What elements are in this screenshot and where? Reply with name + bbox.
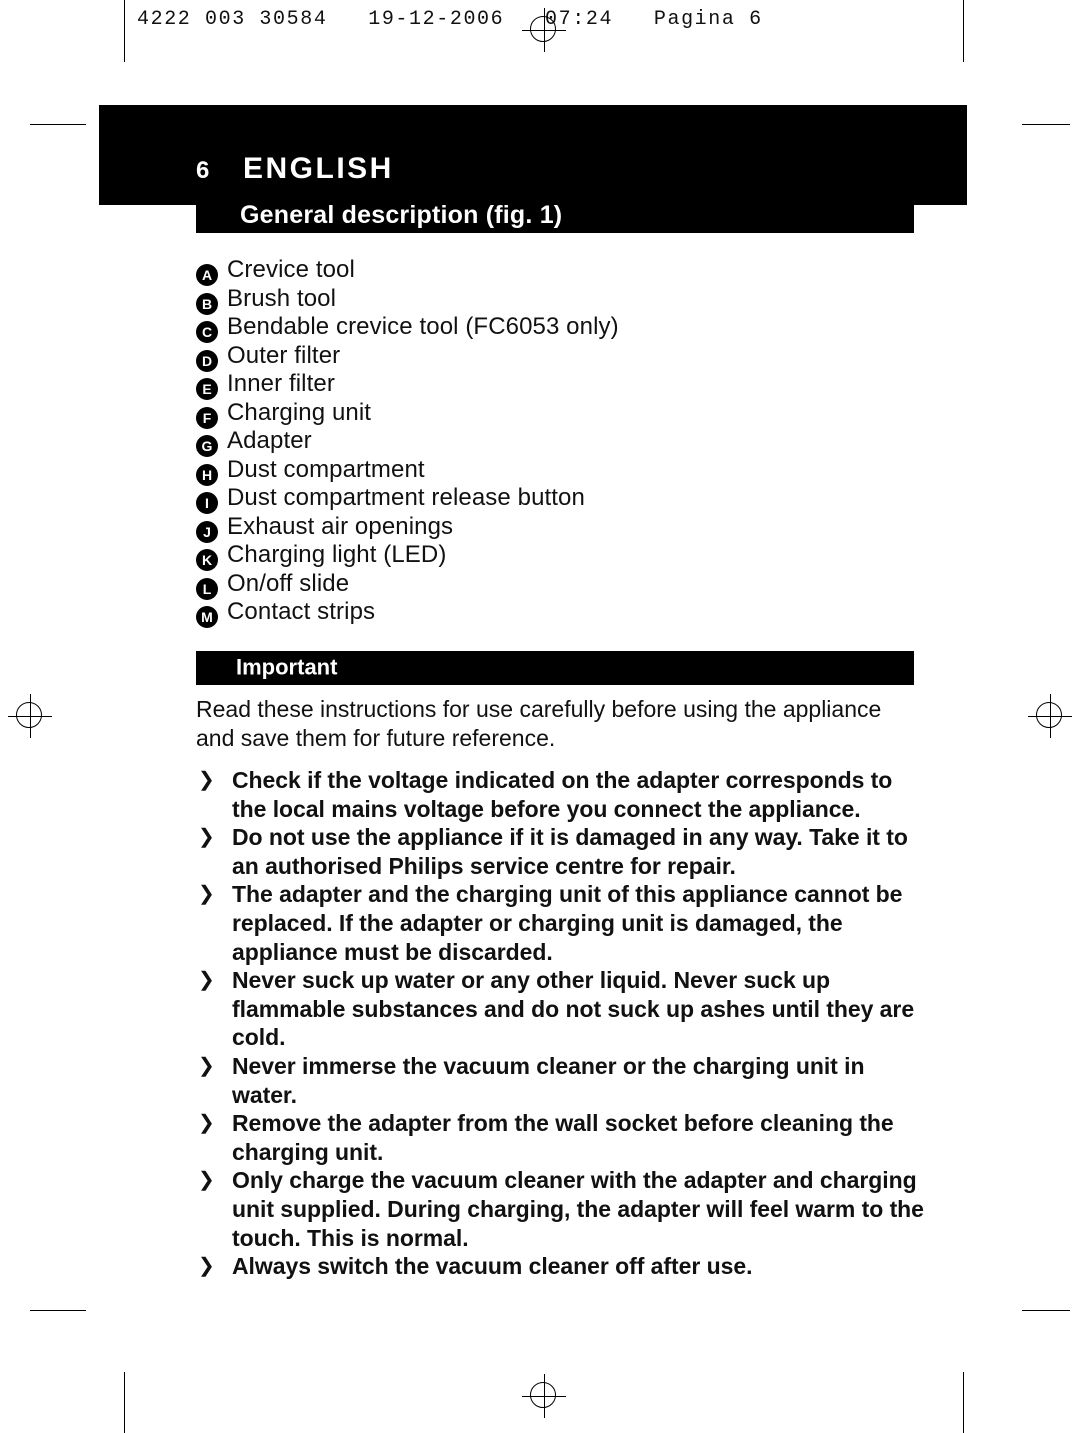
section-heading-important: Important	[196, 651, 914, 685]
part-label: Adapter	[227, 427, 312, 454]
part-letter-badge: E	[196, 378, 218, 400]
warning-text: Check if the voltage indicated on the ad…	[232, 767, 893, 822]
list-item: ❯ Never suck up water or any other liquid…	[196, 966, 926, 1052]
warning-text: Never suck up water or any other liquid.…	[232, 967, 915, 1051]
list-item: ❯ Never immerse the vacuum cleaner or the…	[196, 1052, 926, 1109]
section-heading-general-description-label: General description (fig. 1)	[240, 200, 563, 229]
list-item: ❯ Only charge the vacuum cleaner with the…	[196, 1166, 926, 1252]
warning-text: Do not use the appliance if it is damage…	[232, 824, 908, 879]
list-item: ❯ The adapter and the charging unit of th…	[196, 880, 926, 966]
bullet-arrow-icon: ❯	[198, 769, 215, 791]
crop-mark-right-vertical	[963, 0, 964, 62]
list-item: B Brush tool	[196, 284, 956, 315]
list-item: F Charging unit	[196, 398, 956, 429]
list-item: M Contact strips	[196, 598, 956, 628]
part-letter-badge: D	[196, 349, 218, 372]
part-letter-badge: M	[196, 606, 218, 628]
warning-text: Remove the adapter from the wall socket …	[232, 1110, 894, 1165]
bullet-arrow-icon: ❯	[198, 1169, 215, 1192]
list-item: E Inner filter	[196, 370, 956, 400]
bullet-arrow-icon: ❯	[198, 1054, 215, 1077]
registration-mark-right	[1028, 694, 1072, 738]
part-letter-badge: G	[196, 435, 218, 457]
registration-mark-top	[522, 8, 566, 52]
part-letter-badge: I	[196, 492, 218, 514]
list-item: D Outer filter	[196, 341, 956, 372]
list-item: ❯ Do not use the appliance if it is damag…	[196, 823, 926, 880]
bullet-arrow-icon: ❯	[198, 1255, 215, 1278]
chapter-banner	[99, 105, 967, 205]
crop-mark-top-right-horizontal	[1022, 124, 1070, 125]
warning-text: The adapter and the charging unit of thi…	[232, 881, 903, 965]
part-label: Charging light (LED)	[227, 541, 447, 568]
warning-text: Always switch the vacuum cleaner off aft…	[232, 1253, 753, 1280]
part-letter-badge: K	[196, 549, 218, 571]
list-item: K Charging light (LED)	[196, 541, 956, 571]
crop-mark-bottom-left-horizontal	[30, 1310, 86, 1311]
list-item: L On/off slide	[196, 569, 956, 600]
part-label: Crevice tool	[227, 256, 355, 283]
part-letter-badge: J	[196, 520, 218, 543]
part-label: Dust compartment	[227, 455, 425, 483]
part-label: Inner filter	[227, 370, 335, 397]
bullet-arrow-icon: ❯	[198, 1112, 215, 1135]
list-item: ❯ Always switch the vacuum cleaner off af…	[196, 1252, 926, 1281]
part-label: On/off slide	[227, 569, 350, 597]
bullet-arrow-icon: ❯	[198, 883, 215, 906]
manual-page: 4222 003 30584 19-12-2006 07:24 Pagina 6…	[0, 0, 1080, 1433]
part-label: Dust compartment release button	[227, 484, 585, 511]
crop-mark-left-vertical-bottom	[124, 1372, 125, 1433]
warnings-list: ❯ Check if the voltage indicated on the a…	[196, 766, 926, 1281]
bullet-arrow-icon: ❯	[198, 826, 215, 849]
registration-mark-bottom	[522, 1374, 566, 1418]
part-label: Charging unit	[227, 398, 372, 426]
warning-text: Only charge the vacuum cleaner with the …	[232, 1167, 924, 1251]
part-letter-badge: L	[196, 577, 218, 600]
registration-mark-left	[8, 694, 52, 738]
list-item: C Bendable crevice tool (FC6053 only)	[196, 313, 956, 343]
section-heading-general-description: General description (fig. 1)	[196, 199, 914, 233]
crop-mark-left-vertical	[124, 0, 125, 62]
bullet-arrow-icon: ❯	[198, 969, 215, 992]
crop-mark-right-vertical-bottom	[963, 1372, 964, 1433]
crop-mark-top-left-horizontal	[30, 124, 86, 125]
list-item: J Exhaust air openings	[196, 512, 956, 543]
list-item: A Crevice tool	[196, 256, 956, 286]
prepress-header: 4222 003 30584 19-12-2006 07:24 Pagina 6	[137, 8, 763, 31]
part-label: Exhaust air openings	[227, 512, 454, 540]
section-heading-important-label: Important	[236, 654, 338, 680]
parts-list: A Crevice tool B Brush tool C Bendable crevic…	[196, 256, 956, 628]
part-letter-badge: A	[196, 264, 218, 286]
part-label: Brush tool	[227, 284, 337, 312]
chapter-title: ENGLISH	[243, 152, 394, 185]
part-letter-badge: C	[196, 321, 218, 343]
warning-text: Never immerse the vacuum cleaner or the …	[232, 1052, 865, 1108]
part-letter-badge: B	[196, 292, 218, 315]
list-item: ❯ Remove the adapter from the wall socket…	[196, 1109, 926, 1166]
list-item: H Dust compartment	[196, 455, 956, 486]
list-item: ❯ Check if the voltage indicated on the a…	[196, 766, 926, 823]
part-label: Bendable crevice tool (FC6053 only)	[227, 313, 619, 340]
part-letter-badge: H	[196, 463, 218, 486]
part-label: Outer filter	[227, 341, 341, 369]
part-label: Contact strips	[227, 598, 376, 625]
part-letter-badge: F	[196, 406, 218, 429]
page-number: 6	[196, 157, 211, 184]
list-item: G Adapter	[196, 427, 956, 457]
important-intro-paragraph: Read these instructions for use carefull…	[196, 696, 882, 751]
list-item: I Dust compartment release button	[196, 484, 956, 514]
crop-mark-bottom-right-horizontal	[1022, 1310, 1070, 1311]
